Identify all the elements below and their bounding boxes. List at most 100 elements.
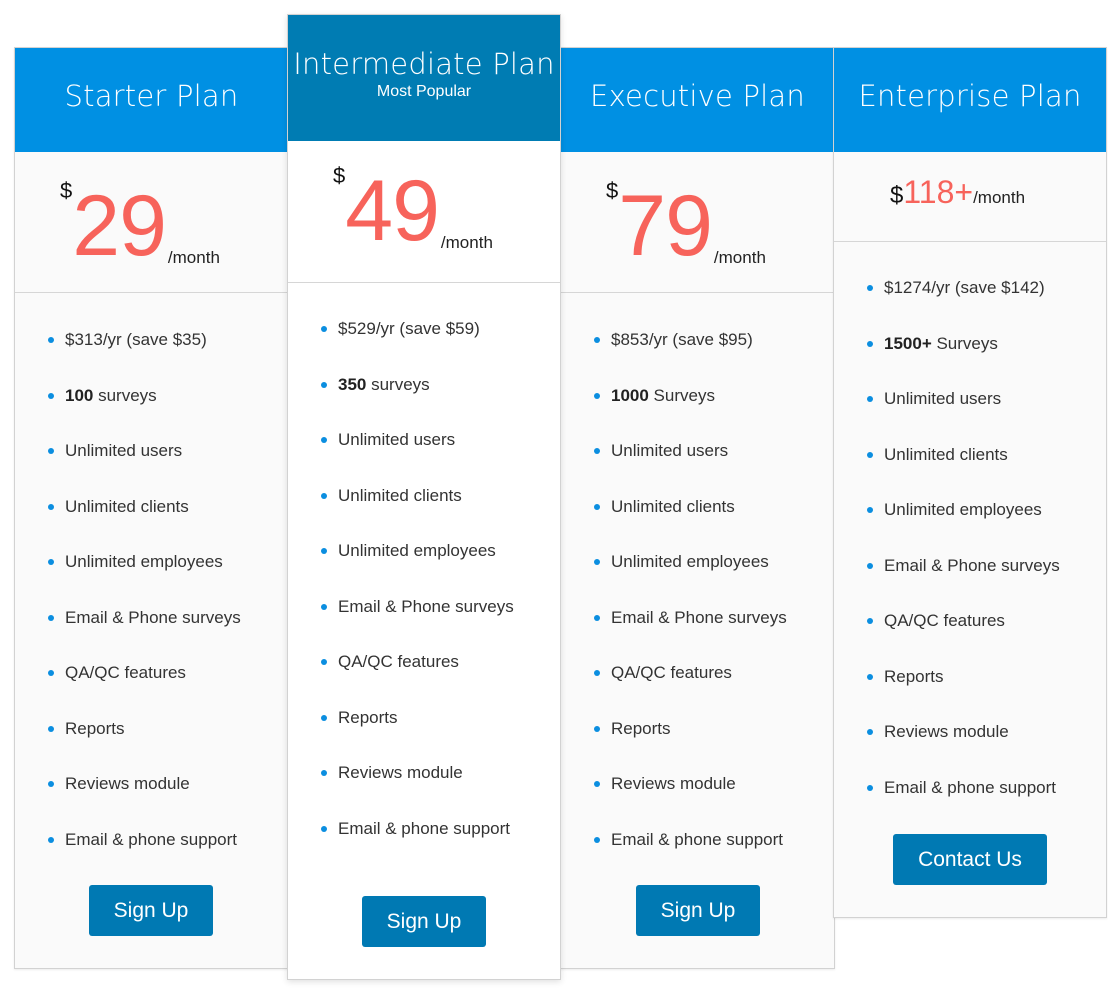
- feature-text: Unlimited users: [338, 430, 456, 449]
- feature-text: Unlimited employees: [65, 552, 223, 571]
- feature-item: Email & Phone surveys: [561, 608, 834, 664]
- currency-symbol: $: [60, 178, 73, 203]
- plan-header: Intermediate Plan Most Popular: [288, 15, 560, 141]
- feature-item: Email & phone support: [288, 819, 560, 875]
- feature-list: $529/yr (save $59) 350 surveys Unlimited u…: [288, 283, 560, 874]
- bullet-icon: [867, 562, 873, 569]
- feature-item: Unlimited users: [15, 441, 288, 497]
- currency-symbol: $: [890, 182, 904, 209]
- feature-item: Reviews module: [561, 774, 834, 830]
- bullet-icon: [867, 618, 873, 624]
- feature-item: Email & phone support: [561, 830, 834, 886]
- feature-text: Unlimited clients: [611, 496, 735, 516]
- plan-title: Starter Plan: [64, 79, 239, 113]
- bullet-icon: [321, 825, 327, 832]
- sign-up-button[interactable]: Sign Up: [362, 896, 486, 947]
- feature-text: Unlimited clients: [338, 485, 462, 505]
- feature-text: Email & phone support: [884, 777, 1056, 797]
- bullet-icon: [48, 559, 54, 565]
- bullet-icon: [48, 670, 54, 676]
- feature-text: QA/QC features: [611, 663, 732, 682]
- sign-up-button[interactable]: Sign Up: [89, 885, 213, 936]
- bullet-icon: [321, 603, 327, 610]
- plan-card-enterprise: Enterprise Plan $ 118+ /month $1274/yr (…: [833, 47, 1107, 918]
- feature-item: $853/yr (save $95): [561, 330, 834, 386]
- currency-symbol: $: [606, 178, 619, 203]
- price-period: /month: [167, 248, 220, 267]
- feature-item: Unlimited employees: [561, 552, 834, 608]
- feature-text: Unlimited clients: [884, 444, 1008, 464]
- feature-text: surveys: [93, 385, 157, 405]
- feature-text: QA/QC features: [338, 652, 459, 671]
- feature-text: Reviews module: [338, 763, 463, 782]
- feature-text: QA/QC features: [884, 611, 1005, 630]
- bullet-icon: [867, 340, 873, 347]
- feature-item: QA/QC features: [15, 663, 288, 719]
- plan-card-intermediate: Intermediate Plan Most Popular $ 49 /mon…: [287, 14, 561, 980]
- feature-item: Unlimited users: [834, 389, 1106, 445]
- feature-item: Email & phone support: [834, 778, 1106, 834]
- feature-text: $529/yr (save $59): [338, 319, 480, 338]
- price-amount: 29: [72, 178, 167, 274]
- feature-text: Email & Phone surveys: [65, 607, 241, 627]
- bullet-icon: [48, 836, 54, 843]
- feature-text: Email & phone support: [338, 818, 510, 838]
- feature-text: Unlimited employees: [611, 552, 769, 571]
- feature-item: Reviews module: [834, 722, 1106, 778]
- feature-item: Reports: [561, 719, 834, 775]
- bullet-icon: [867, 673, 873, 680]
- bullet-icon: [867, 396, 873, 402]
- feature-item: 1500+ Surveys: [834, 334, 1106, 390]
- feature-item: $1274/yr (save $142): [834, 278, 1106, 334]
- feature-item: Email & Phone surveys: [15, 608, 288, 664]
- feature-text: Reports: [611, 718, 671, 738]
- feature-text: Reports: [884, 666, 944, 686]
- price-box: $ 79 /month: [561, 152, 834, 293]
- price-period: /month: [973, 188, 1026, 207]
- price-amount: 118+: [903, 174, 974, 210]
- bullet-icon: [594, 725, 600, 732]
- feature-item: Reports: [834, 667, 1106, 723]
- price-box: $ 29 /month: [15, 152, 288, 293]
- plan-card-executive: Executive Plan $ 79 /month $853/yr (save…: [560, 47, 835, 969]
- bullet-icon: [48, 392, 54, 399]
- bullet-icon: [867, 784, 873, 791]
- bullet-icon: [594, 392, 600, 399]
- feature-list: $313/yr (save $35) 100 surveys Unlimited u…: [15, 293, 288, 885]
- feature-item: Unlimited users: [288, 430, 560, 486]
- bullet-icon: [321, 714, 327, 721]
- feature-highlight: 100: [65, 385, 94, 405]
- feature-text: Reviews module: [611, 774, 736, 793]
- bullet-icon: [48, 614, 54, 621]
- price-box: $ 118+ /month: [834, 152, 1106, 242]
- sign-up-button[interactable]: Sign Up: [636, 885, 760, 936]
- plan-card-starter: Starter Plan $ 29 /month $313/yr (save $…: [14, 47, 289, 969]
- bullet-icon: [321, 381, 327, 388]
- feature-text: Unlimited users: [611, 441, 729, 460]
- bullet-icon: [594, 559, 600, 565]
- feature-item: $313/yr (save $35): [15, 330, 288, 386]
- feature-item: Unlimited employees: [288, 541, 560, 597]
- bullet-icon: [867, 285, 873, 291]
- bullet-icon: [867, 729, 873, 735]
- price-period: /month: [713, 248, 766, 267]
- feature-text: surveys: [366, 374, 430, 394]
- feature-item: Reviews module: [288, 763, 560, 819]
- bullet-icon: [594, 448, 600, 454]
- bullet-icon: [594, 614, 600, 621]
- bullet-icon: [594, 781, 600, 787]
- feature-text: Reviews module: [65, 774, 190, 793]
- most-popular-label: Most Popular: [376, 83, 472, 100]
- bullet-icon: [594, 836, 600, 843]
- feature-text: Surveys: [648, 385, 715, 405]
- feature-item: Email & phone support: [15, 830, 288, 886]
- contact-us-button[interactable]: Contact Us: [893, 834, 1047, 885]
- feature-item: QA/QC features: [288, 652, 560, 708]
- feature-item: Unlimited clients: [15, 497, 288, 553]
- feature-item: Unlimited employees: [834, 500, 1106, 556]
- price-amount: 79: [618, 178, 713, 274]
- bullet-icon: [321, 770, 327, 776]
- feature-item: $529/yr (save $59): [288, 319, 560, 375]
- feature-item: Email & Phone surveys: [288, 597, 560, 653]
- price: $ 29 /month: [60, 178, 220, 274]
